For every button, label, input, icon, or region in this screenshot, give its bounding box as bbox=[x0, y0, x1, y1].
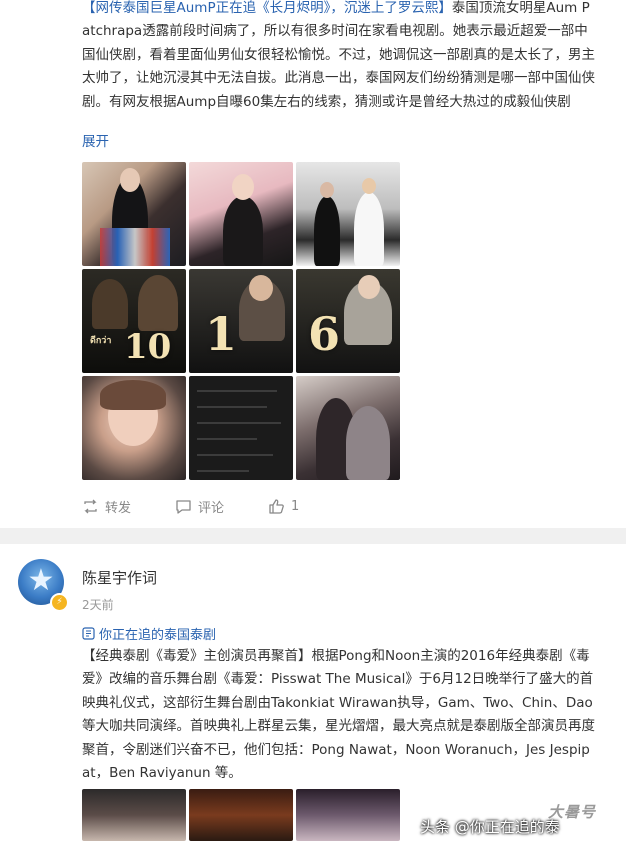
topic-icon bbox=[82, 627, 95, 640]
watermark-text: 头条 @你正在追的泰 bbox=[420, 818, 560, 836]
post-image-8[interactable] bbox=[189, 376, 293, 480]
thumbs-up-icon bbox=[269, 498, 284, 514]
poster-number: 6 bbox=[308, 307, 341, 361]
like-button[interactable]: 1 bbox=[268, 494, 299, 518]
post-image-5[interactable]: 1 bbox=[189, 269, 293, 373]
image-grid bbox=[82, 789, 400, 841]
verified-badge-icon: ⚡ bbox=[50, 593, 69, 612]
post-text: 【经典泰剧《毒爱》主创演员再聚首】根据Pong和Noon主演的2016年经典泰剧… bbox=[82, 645, 597, 785]
post-image-3[interactable] bbox=[296, 789, 400, 841]
post-card-1: 【网传泰国巨星AumP正在追《长月烬明》，沉迷上了罗云熙】泰国顶流女明星Aum … bbox=[0, 0, 626, 528]
post-image-9[interactable] bbox=[296, 376, 400, 480]
poster-number: 10 bbox=[124, 327, 172, 367]
post-image-6[interactable]: 6 bbox=[296, 269, 400, 373]
post-time: 2天前 bbox=[82, 598, 114, 612]
repost-label: 转发 bbox=[105, 500, 132, 516]
post-hashtag: 【经典泰剧《毒爱》主创演员再聚首】 bbox=[82, 648, 312, 664]
comment-label: 评论 bbox=[198, 500, 225, 516]
comment-icon bbox=[176, 499, 191, 514]
post-body: 泰国顶流女明星Aum Patchrapa透露前段时间病了，所以有很多时间在家看电… bbox=[82, 0, 595, 110]
action-bar: 转发 评论 1 bbox=[82, 494, 582, 518]
post-image-7[interactable] bbox=[82, 376, 186, 480]
post-image-3[interactable] bbox=[296, 162, 400, 266]
post-image-1[interactable] bbox=[82, 789, 186, 841]
like-count: 1 bbox=[291, 498, 300, 514]
repost-button[interactable]: 转发 bbox=[82, 494, 131, 518]
image-grid: ดีกว่า 10 1 6 bbox=[82, 162, 400, 480]
post-image-4[interactable]: ดีกว่า 10 bbox=[82, 269, 186, 373]
comment-button[interactable]: 评论 bbox=[175, 494, 224, 518]
post-image-2[interactable] bbox=[189, 162, 293, 266]
post-card-2: ★ ⚡ 陈星宇作词 2天前 你正在追的泰国泰剧 【经典泰剧《毒爱》主创演员再聚首… bbox=[0, 544, 626, 841]
post-image-2[interactable] bbox=[189, 789, 293, 841]
post-image-1[interactable] bbox=[82, 162, 186, 266]
expand-button[interactable]: 展开 bbox=[82, 130, 109, 150]
topic-link[interactable]: 你正在追的泰国泰剧 bbox=[82, 624, 216, 643]
topic-label: 你正在追的泰国泰剧 bbox=[99, 628, 217, 643]
hashtag-link[interactable]: 【网传泰国巨星AumP正在追《长月烬明》，沉迷上了罗云熙】 bbox=[82, 0, 452, 16]
repost-icon bbox=[84, 499, 97, 513]
star-icon: ★ bbox=[27, 563, 55, 598]
poster-number: 1 bbox=[205, 307, 238, 361]
post-body: 根据Pong和Noon主演的2016年经典泰剧《毒爱》改编的音乐舞台剧《毒爱：P… bbox=[82, 648, 595, 782]
author-name[interactable]: 陈星宇作词 bbox=[82, 567, 157, 588]
post-text: 【网传泰国巨星AumP正在追《长月烬明》，沉迷上了罗云熙】泰国顶流女明星Aum … bbox=[82, 0, 597, 114]
